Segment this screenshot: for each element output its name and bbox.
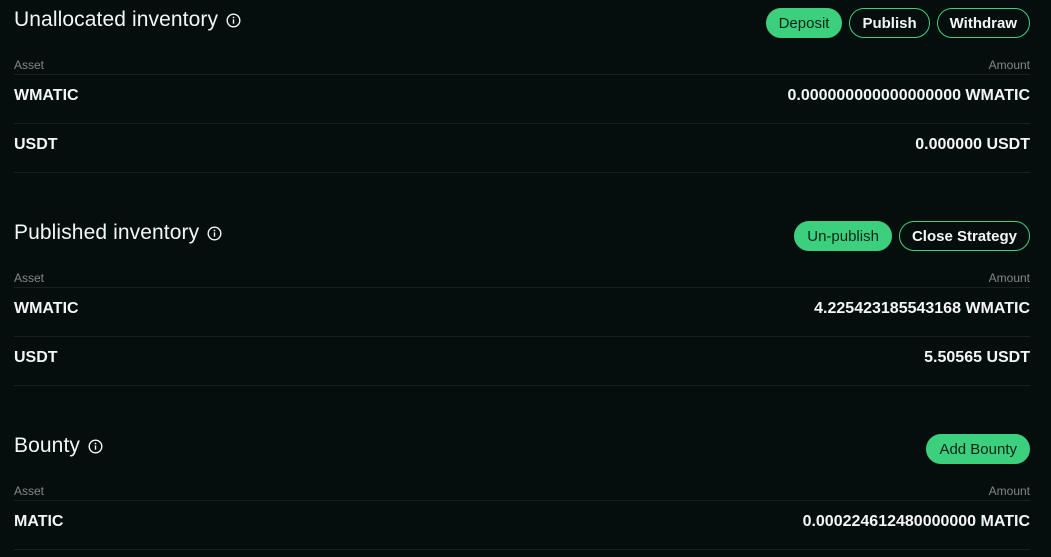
- section-title-text: Published inventory: [14, 221, 200, 244]
- column-header-asset: Asset: [14, 58, 45, 72]
- asset-amount: 4.225423185543168 WMATIC: [814, 300, 1030, 317]
- info-icon[interactable]: [88, 438, 103, 454]
- bounty-section: Bounty Add Bounty Asset Amount MATIC 0.0…: [14, 426, 1030, 550]
- table-header: Asset Amount: [14, 257, 1030, 288]
- section-actions: Add Bounty: [926, 434, 1030, 464]
- table-row: USDT 0.000000 USDT: [14, 124, 1030, 173]
- asset-amount: 0.000000000000000000 WMATIC: [787, 87, 1030, 104]
- section-title: Unallocated inventory: [14, 8, 241, 32]
- withdraw-button[interactable]: Withdraw: [936, 8, 1030, 38]
- published-inventory-section: Published inventory Un-publish Close Str…: [14, 213, 1030, 386]
- column-header-amount: Amount: [988, 58, 1030, 72]
- asset-name: WMATIC: [14, 87, 79, 104]
- publish-button[interactable]: Publish: [849, 8, 930, 38]
- section-actions: Un-publish Close Strategy: [794, 221, 1030, 251]
- section-title-text: Bounty: [14, 434, 80, 457]
- asset-name: WMATIC: [14, 300, 79, 317]
- unpublish-button[interactable]: Un-publish: [794, 221, 892, 251]
- table-header: Asset Amount: [14, 470, 1030, 501]
- column-header-amount: Amount: [988, 484, 1030, 498]
- add-bounty-button[interactable]: Add Bounty: [926, 434, 1030, 464]
- table-row: WMATIC 4.225423185543168 WMATIC: [14, 288, 1030, 337]
- column-header-asset: Asset: [14, 271, 45, 285]
- asset-name: MATIC: [14, 513, 64, 530]
- table-row: WMATIC 0.000000000000000000 WMATIC: [14, 75, 1030, 124]
- deposit-button[interactable]: Deposit: [765, 8, 843, 38]
- asset-amount: 0.000000 USDT: [915, 136, 1030, 153]
- section-header: Published inventory Un-publish Close Str…: [14, 213, 1030, 257]
- section-title-text: Unallocated inventory: [14, 8, 219, 31]
- column-header-asset: Asset: [14, 484, 45, 498]
- asset-amount: 0.000224612480000000 MATIC: [802, 513, 1030, 530]
- close-strategy-button[interactable]: Close Strategy: [898, 221, 1030, 251]
- table-row: USDT 5.50565 USDT: [14, 337, 1030, 386]
- asset-name: USDT: [14, 349, 58, 366]
- table-row: MATIC 0.000224612480000000 MATIC: [14, 501, 1030, 550]
- unallocated-inventory-section: Unallocated inventory Deposit Publish Wi…: [14, 0, 1030, 173]
- info-icon[interactable]: [207, 225, 222, 241]
- inventory-page: Unallocated inventory Deposit Publish Wi…: [0, 0, 1051, 557]
- section-title: Bounty: [14, 434, 103, 458]
- asset-name: USDT: [14, 136, 58, 153]
- section-header: Bounty Add Bounty: [14, 426, 1030, 470]
- section-title: Published inventory: [14, 221, 222, 245]
- asset-amount: 5.50565 USDT: [924, 349, 1030, 366]
- table-header: Asset Amount: [14, 44, 1030, 75]
- column-header-amount: Amount: [988, 271, 1030, 285]
- section-actions: Deposit Publish Withdraw: [765, 8, 1030, 38]
- info-icon[interactable]: [226, 12, 241, 28]
- section-header: Unallocated inventory Deposit Publish Wi…: [14, 0, 1030, 44]
